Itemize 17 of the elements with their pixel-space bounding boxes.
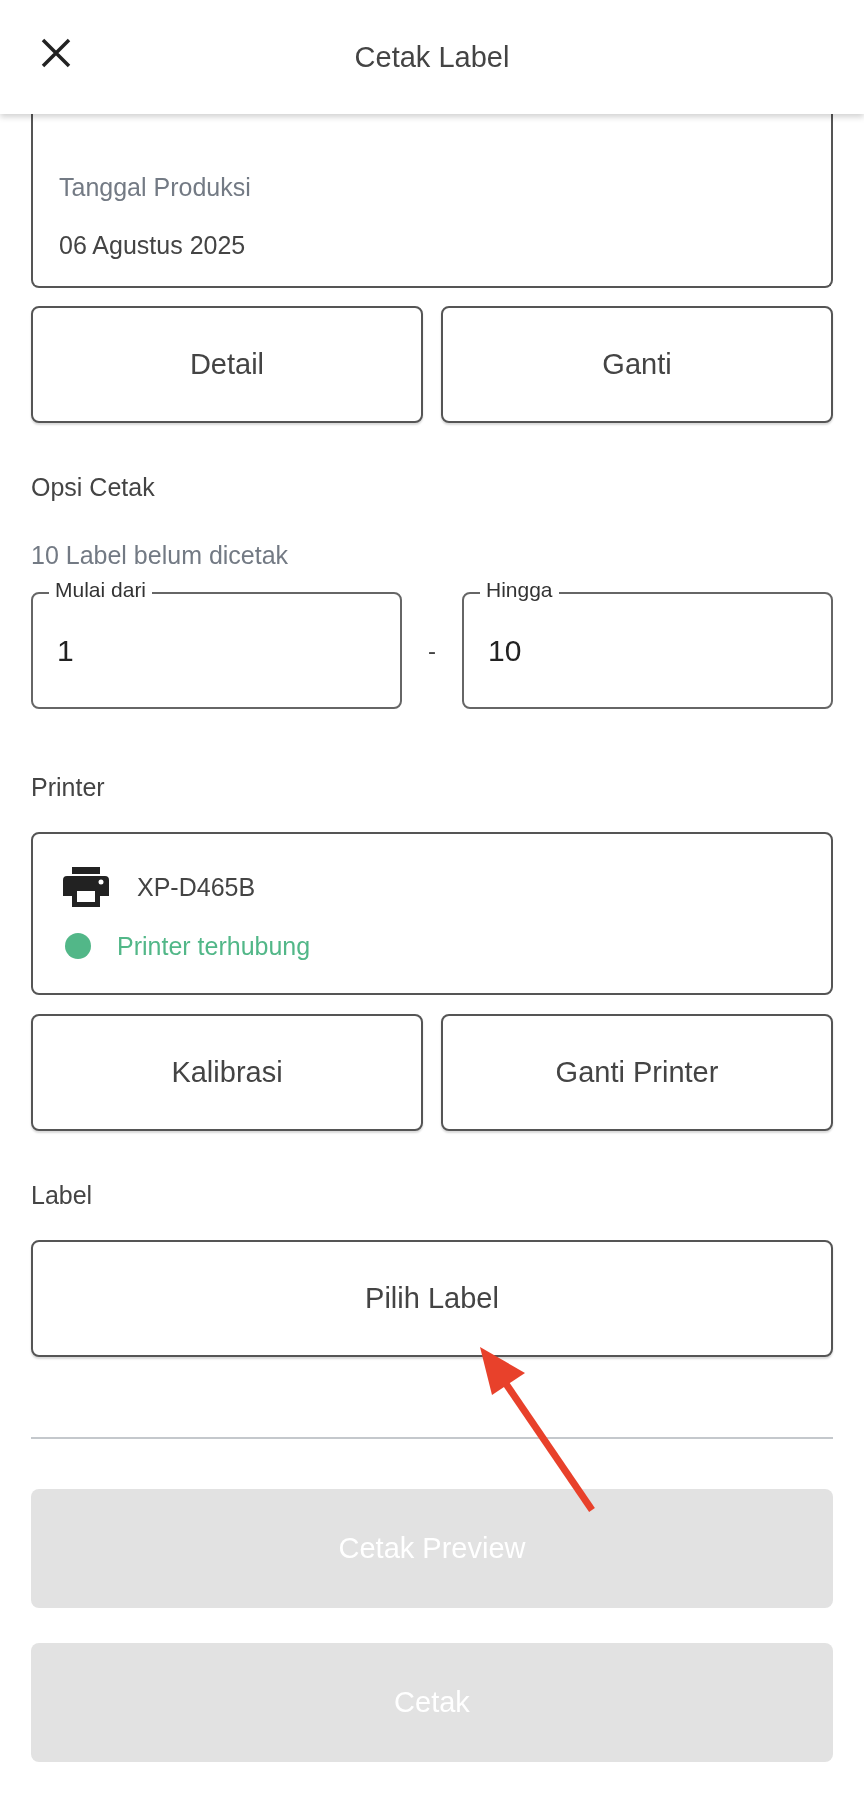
printer-name: XP-D465B bbox=[137, 871, 256, 902]
section-heading: Label bbox=[31, 1181, 94, 1210]
section-heading: Opsi Cetak bbox=[31, 473, 156, 502]
outline-button[interactable]: Kalibrasi bbox=[31, 1014, 423, 1131]
printer-status: Printer terhubung bbox=[117, 930, 311, 961]
choose-label-button[interactable]: Pilih Label bbox=[31, 1240, 833, 1357]
date-value: 06 Agustus 2025 bbox=[59, 230, 247, 260]
section-heading: Printer bbox=[31, 773, 106, 802]
outline-button[interactable]: Detail bbox=[31, 306, 423, 423]
page-title: Cetak Label bbox=[354, 40, 510, 74]
outline-button[interactable]: Ganti bbox=[441, 306, 833, 423]
range-separator: - bbox=[427, 636, 437, 665]
date-label: Tanggal Produksi bbox=[59, 172, 252, 202]
close-icon bbox=[41, 38, 71, 68]
outline-button[interactable]: Ganti Printer bbox=[441, 1014, 833, 1131]
unprinted-hint: 10 Label belum dicetak bbox=[31, 540, 290, 570]
printer-icon bbox=[63, 866, 109, 907]
